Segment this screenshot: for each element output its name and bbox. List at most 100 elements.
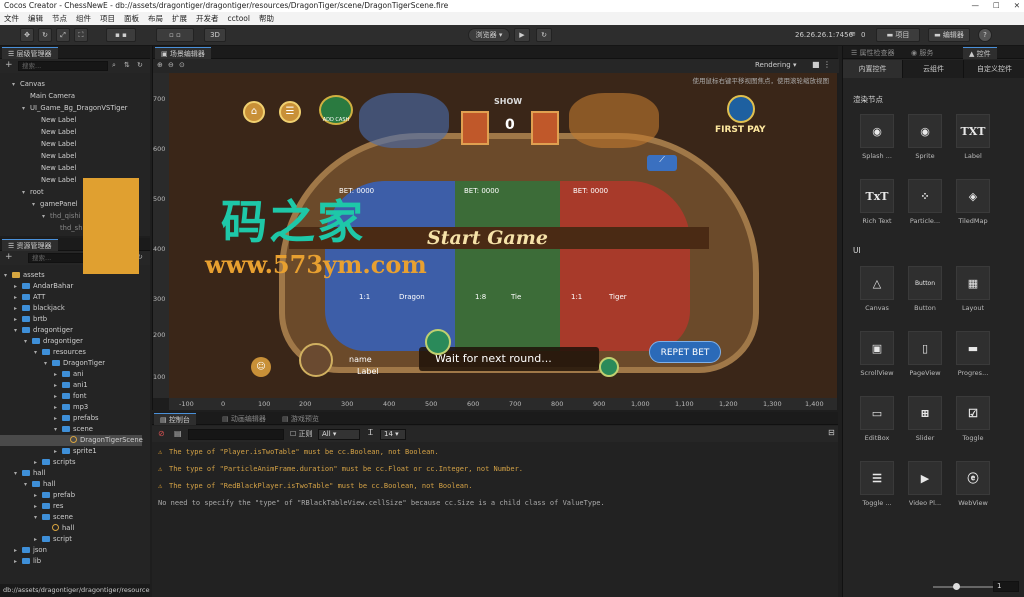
tree-node[interactable]: ▸ ani <box>54 369 83 380</box>
tree-node-selected[interactable]: DragonTigerScene <box>0 435 143 446</box>
refresh-icon[interactable]: ↻ <box>137 61 143 69</box>
menu-project[interactable]: 项目 <box>100 12 115 25</box>
tree-node[interactable]: ▸ prefabs <box>54 413 99 424</box>
tree-node[interactable]: ▾ assets <box>4 270 45 281</box>
tree-node[interactable]: ▾ thd_qishi <box>42 211 81 222</box>
progressbar-control[interactable]: ▬ Progres... <box>951 331 995 386</box>
add-cash-button[interactable]: ADD CASH <box>319 95 353 125</box>
particle-control[interactable]: ⁘ Particle... <box>903 179 947 234</box>
tab-controls[interactable]: ▲ 控件 <box>963 47 997 59</box>
tree-node[interactable]: ▸ res <box>34 501 63 512</box>
tiledmap-control[interactable]: ◈ TiledMap <box>951 179 995 234</box>
menu-help[interactable]: 帮助 <box>259 12 274 25</box>
tab-animation[interactable]: ▤ 动画编辑器 <box>216 413 272 425</box>
togglecontainer-control[interactable]: ☰ Toggle ... <box>855 461 899 516</box>
tiger-zone[interactable] <box>560 181 690 351</box>
zoom-reset-icon[interactable]: ⊙ <box>179 61 185 69</box>
tab-game-preview[interactable]: ▤ 游戏预览 <box>276 413 325 425</box>
tree-node[interactable]: ▸ scripts <box>34 457 75 468</box>
close-icon[interactable]: ✕ <box>1014 0 1020 12</box>
subtab-builtin[interactable]: 内置控件 <box>843 60 903 78</box>
menu-file[interactable]: 文件 <box>4 12 19 25</box>
camera-icon[interactable]: ■ <box>812 60 820 69</box>
add-node-icon[interactable]: + <box>5 60 13 70</box>
repeat-bet-button[interactable]: REPET BET <box>649 341 721 363</box>
tree-node[interactable]: ▸ font <box>54 391 87 402</box>
chip[interactable] <box>599 357 619 377</box>
tree-node[interactable]: ▸ script <box>34 534 72 545</box>
hierarchy-search-input[interactable]: 搜索... <box>18 61 108 71</box>
tree-node[interactable]: ▸ ani1 <box>54 380 88 391</box>
clear-icon[interactable]: ⊘ <box>158 429 165 438</box>
tab-assets[interactable]: ☰ 资源管理器 <box>2 239 58 251</box>
tab-scene[interactable]: ▣ 场景编辑器 <box>155 47 211 59</box>
tree-node[interactable]: hall <box>52 523 74 534</box>
search-icon[interactable]: ⌕ <box>112 61 116 70</box>
tree-node[interactable]: New Label <box>41 175 76 186</box>
tree-node[interactable]: New Label <box>41 139 76 150</box>
move-tool-icon[interactable]: ✥ <box>20 28 34 42</box>
label-control[interactable]: TXT Label <box>951 114 995 169</box>
help-icon[interactable]: ? <box>978 28 992 42</box>
menu-extension[interactable]: 扩展 <box>172 12 187 25</box>
tree-node[interactable]: ▸ AndarBahar <box>14 281 73 292</box>
tree-node[interactable]: ▸ blackjack <box>14 303 65 314</box>
menu-component[interactable]: 组件 <box>76 12 91 25</box>
refresh-icon[interactable]: ↻ <box>536 28 552 42</box>
home-icon[interactable]: ⌂ <box>243 101 265 123</box>
menu-panel[interactable]: 面板 <box>124 12 139 25</box>
render-mode-select[interactable]: Rendering ▾ <box>755 61 796 69</box>
splash-control[interactable]: ◉ Splash ... <box>855 114 899 169</box>
editbox-control[interactable]: ▭ EditBox <box>855 396 899 451</box>
project-button[interactable]: ▬ 项目 <box>876 28 920 42</box>
mode-3d-button[interactable]: 3D <box>204 28 226 42</box>
tab-hierarchy[interactable]: ☰ 层级管理器 <box>2 47 58 59</box>
zoom-slider[interactable] <box>933 586 993 588</box>
console-filter-input[interactable] <box>188 429 284 440</box>
tab-services[interactable]: ◉ 服务 <box>905 47 939 59</box>
browser-select[interactable]: 浏览器 ▾ <box>468 28 510 42</box>
add-asset-icon[interactable]: + <box>5 252 13 262</box>
log-level-select[interactable]: All ▾ <box>318 429 360 440</box>
sprite-control[interactable]: ◉ Sprite <box>903 114 947 169</box>
tree-node[interactable]: New Label <box>41 163 76 174</box>
anchor-toggle[interactable]: ▫ ▫ <box>156 28 194 42</box>
maximize-icon[interactable]: ☐ <box>993 0 1000 12</box>
tree-node[interactable]: ▾ hall <box>14 468 45 479</box>
tree-node[interactable]: ▸ sprite1 <box>54 446 97 457</box>
tree-node[interactable]: New Label <box>41 115 76 126</box>
slider-control[interactable]: ⊞ Slider <box>903 396 947 451</box>
more-icon[interactable]: ⋮ <box>823 60 831 69</box>
tree-node[interactable]: ▾ root <box>22 187 44 198</box>
menu-node[interactable]: 节点 <box>52 12 67 25</box>
toggle-control[interactable]: ☑ Toggle <box>951 396 995 451</box>
tree-node[interactable]: ▸ mp3 <box>54 402 88 413</box>
first-pay-label[interactable]: FIRST PAY <box>715 125 766 135</box>
tree-node[interactable]: New Label <box>41 151 76 162</box>
menu-icon[interactable]: ☰ <box>279 101 301 123</box>
editor-button[interactable]: ▬ 编辑器 <box>928 28 970 42</box>
pivot-toggle[interactable]: ▪ ▪ <box>106 28 136 42</box>
first-pay-icon[interactable] <box>727 95 755 123</box>
chip[interactable] <box>425 329 451 355</box>
zoom-slider-handle[interactable] <box>953 583 960 590</box>
regex-checkbox[interactable]: ☐ 正则 <box>290 429 313 439</box>
font-size-select[interactable]: 14 ▾ <box>380 429 406 440</box>
richtext-control[interactable]: TxT Rich Text <box>855 179 899 234</box>
layout-control[interactable]: ▦ Layout <box>951 266 995 321</box>
tree-node[interactable]: ▸ ATT <box>14 292 45 303</box>
scale-tool-icon[interactable]: ⤢ <box>56 28 70 42</box>
menu-cctool[interactable]: cctool <box>228 12 250 25</box>
tree-node[interactable]: New Label <box>41 127 76 138</box>
subtab-cloud[interactable]: 云组件 <box>904 60 964 78</box>
tree-node[interactable]: ▾ DragonTiger <box>44 358 105 369</box>
play-icon[interactable]: ▶ <box>514 28 530 42</box>
webview-control[interactable]: ⓔ WebView <box>951 461 995 516</box>
trend-icon[interactable]: ⟋ <box>647 155 677 171</box>
tab-console[interactable]: ▤ 控制台 <box>154 413 196 425</box>
scrollview-control[interactable]: ▣ ScrollView <box>855 331 899 386</box>
tab-inspector[interactable]: ☰ 属性检查器 <box>845 47 901 59</box>
tree-node[interactable]: ▾ dragontiger <box>24 336 83 347</box>
rotate-tool-icon[interactable]: ↻ <box>38 28 52 42</box>
zoom-in-icon[interactable]: ⊕ <box>157 61 163 69</box>
